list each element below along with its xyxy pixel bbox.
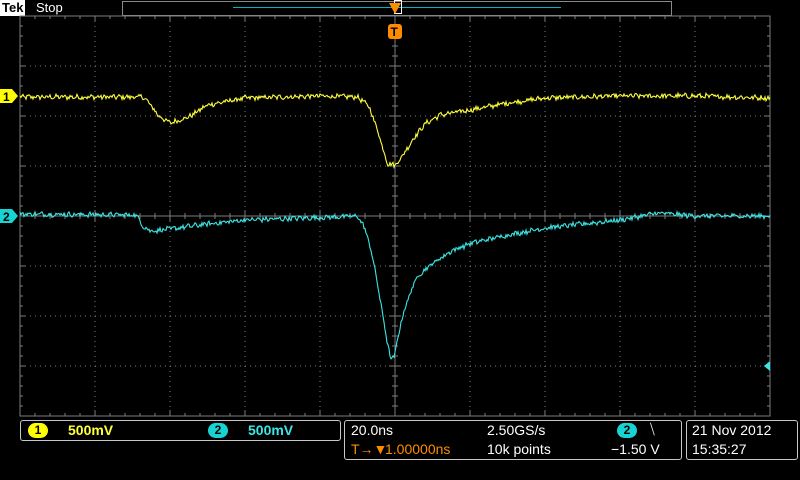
trigger-marker-label: T bbox=[391, 25, 399, 39]
trigger-source-badge[interactable]: 2 bbox=[617, 423, 637, 438]
time-per-div[interactable]: 20.0ns bbox=[351, 422, 393, 438]
ch2-ground-marker: 2 bbox=[0, 209, 18, 224]
sample-rate: 2.50GS/s bbox=[487, 422, 546, 438]
datetime-panel: 21 Nov 2012 15:35:27 bbox=[686, 420, 798, 460]
time-label: 15:35:27 bbox=[692, 441, 747, 457]
ch1-marker-label: 1 bbox=[3, 90, 10, 104]
trigger-level-arrow-icon bbox=[764, 361, 770, 371]
ch1-ground-marker: 1 bbox=[0, 89, 18, 104]
trigger-arrow-icon bbox=[389, 3, 401, 14]
ch1-scale[interactable]: 500mV bbox=[68, 422, 113, 438]
vertical-scale-panel[interactable]: 1 500mV 2 500mV bbox=[20, 420, 341, 441]
horizontal-trigger-panel[interactable]: 20.0ns 2.50GS/s T→▼ 1.00000ns 10k points… bbox=[344, 420, 682, 460]
ch2-scale[interactable]: 500mV bbox=[248, 422, 293, 438]
date-label: 21 Nov 2012 bbox=[692, 422, 772, 438]
trigger-level[interactable]: −1.50 V bbox=[611, 441, 660, 457]
ch1-badge[interactable]: 1 bbox=[28, 423, 48, 438]
trigger-delay-prefix: T→▼ bbox=[351, 441, 388, 457]
record-length[interactable]: 10k points bbox=[487, 441, 551, 457]
trigger-delay[interactable]: 1.00000ns bbox=[385, 441, 450, 457]
waveform-display[interactable]: 1 2 T bbox=[0, 0, 800, 420]
ch2-marker-label: 2 bbox=[3, 210, 10, 224]
ch2-badge[interactable]: 2 bbox=[208, 423, 228, 438]
trigger-slope-icon[interactable]: ⧹ bbox=[650, 421, 655, 438]
